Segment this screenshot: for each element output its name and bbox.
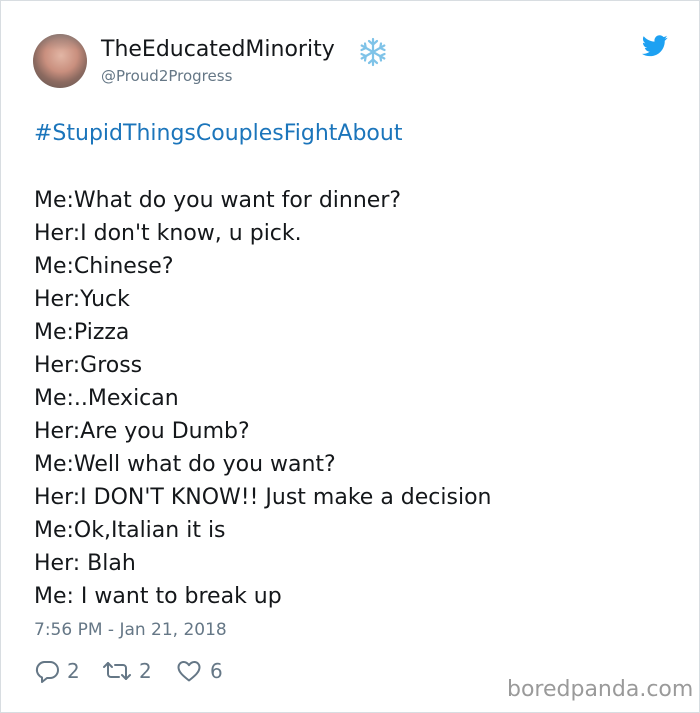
tweet-line: Me: I want to break up (34, 584, 282, 609)
user-handle[interactable]: @Proud2Progress (101, 67, 232, 85)
tweet-timestamp[interactable]: 7:56 PM - Jan 21, 2018 (34, 620, 227, 640)
tweet-line: Me:Ok,Italian it is (34, 518, 226, 543)
twitter-bird-icon[interactable] (642, 35, 668, 57)
tweet-line: Her:Yuck (34, 287, 130, 312)
tweet-line: Me:What do you want for dinner? (34, 188, 402, 213)
tweet-line: Her:Gross (34, 353, 143, 378)
avatar[interactable] (33, 34, 87, 88)
heart-icon (177, 661, 201, 682)
tweet-card: TheEducatedMinority @Proud2Progress #Stu… (0, 0, 700, 713)
retweet-icon (103, 662, 131, 680)
watermark: boredpanda.com (507, 677, 694, 702)
tweet-line: Her:I don't know, u pick. (34, 221, 302, 246)
reply-button[interactable]: 2 (34, 657, 80, 685)
tweet-line: Me:Pizza (34, 320, 130, 345)
tweet-line: Me:Well what do you want? (34, 452, 336, 477)
tweet-line: Me:Chinese? (34, 254, 174, 279)
tweet-text: Me:What do you want for dinner? Her:I do… (34, 184, 491, 613)
retweet-count: 2 (139, 659, 152, 683)
avatar-shade (33, 34, 87, 88)
like-button[interactable]: 6 (175, 657, 223, 685)
like-count: 6 (210, 659, 223, 683)
display-name[interactable]: TheEducatedMinority (101, 37, 335, 62)
tweet-line: Me:..Mexican (34, 386, 179, 411)
snowflake-icon (360, 37, 386, 67)
tweet-line: Her:Are you Dumb? (34, 419, 250, 444)
reply-count: 2 (67, 659, 80, 683)
retweet-button[interactable]: 2 (102, 657, 152, 685)
tweet-line: Her:I DON'T KNOW!! Just make a decision (34, 485, 492, 510)
reply-icon (35, 661, 59, 683)
tweet-line: Her: Blah (34, 551, 136, 576)
hashtag-link[interactable]: #StupidThingsCouplesFightAbout (34, 121, 402, 146)
